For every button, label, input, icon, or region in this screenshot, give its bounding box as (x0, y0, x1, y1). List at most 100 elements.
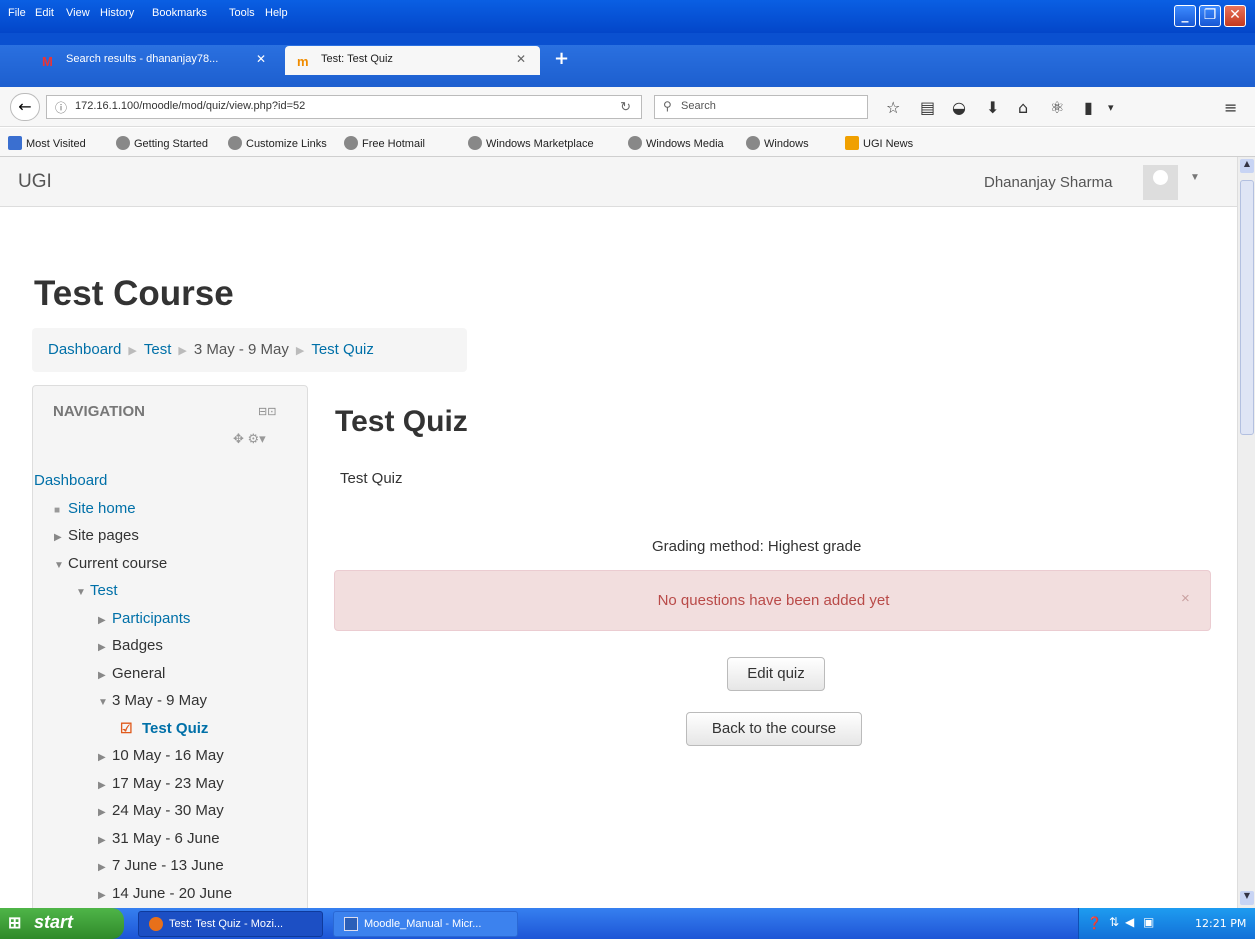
task-word[interactable]: Moodle_Manual - Micr... (333, 911, 518, 937)
new-tab-icon[interactable]: + (554, 48, 569, 69)
alert-message: No questions have been added yet (657, 592, 890, 609)
user-menu-caret-icon[interactable]: ▼ (1190, 172, 1200, 183)
nav-test[interactable]: ▼ Test (76, 582, 118, 599)
rss-icon (845, 136, 859, 150)
breadcrumb-test[interactable]: Test (144, 341, 172, 358)
nav-site-home[interactable]: ■ Site home (54, 500, 136, 517)
menu-history[interactable]: History (100, 7, 134, 19)
site-header: UGI Dhananjay Sharma ▼ (0, 157, 1237, 207)
system-tray: ❓ ⇅ ◀ ▣ 12:21 PM (1078, 908, 1255, 939)
search-icon: ⚲ (663, 99, 672, 113)
nav-general[interactable]: ▶ General (98, 665, 165, 682)
download-icon[interactable]: ⬇ (986, 98, 999, 117)
breadcrumb-dashboard[interactable]: Dashboard (48, 341, 121, 358)
nav-section-14-june[interactable]: ▶ 14 June - 20 June (98, 885, 232, 902)
scroll-up-icon[interactable]: ▲ (1240, 159, 1254, 173)
collapse-dock-icon[interactable]: ⊟⊡ (258, 405, 276, 418)
search-icon (8, 136, 22, 150)
nav-section-7-june[interactable]: ▶ 7 June - 13 June (98, 857, 224, 874)
quiz-intro: Test Quiz (340, 470, 403, 487)
home-icon[interactable]: ⌂ (1018, 98, 1028, 117)
expand-arrow-icon: ▶ (54, 532, 62, 543)
task-firefox[interactable]: Test: Test Quiz - Mozi... (138, 911, 323, 937)
nav-site-pages[interactable]: ▶ Site pages (54, 527, 139, 544)
help-icon[interactable]: ❓ (1087, 916, 1102, 930)
clock[interactable]: 12:21 PM (1195, 917, 1246, 930)
close-tab-icon[interactable]: ✕ (516, 52, 526, 66)
bookmark-getting-started[interactable]: Getting Started (116, 136, 208, 150)
breadcrumb-test-quiz[interactable]: Test Quiz (311, 341, 374, 358)
tab-test-quiz[interactable]: m Test: Test Quiz ✕ (285, 46, 540, 75)
vertical-scrollbar[interactable]: ▲ ▼ (1237, 157, 1255, 908)
nav-section-3-may[interactable]: ▼ 3 May - 9 May (98, 692, 207, 709)
search-input[interactable]: ⚲ Search (654, 95, 868, 119)
reading-list-icon[interactable]: ▤ (920, 98, 935, 117)
nav-section-17-may[interactable]: ▶ 17 May - 23 May (98, 775, 224, 792)
bookmark-windows-media[interactable]: Windows Media (628, 136, 724, 150)
page-viewport: UGI Dhananjay Sharma ▼ Test Course Dashb… (0, 157, 1237, 908)
expand-arrow-icon: ▶ (98, 615, 106, 626)
minimize-button[interactable]: _ (1174, 5, 1196, 27)
nav-dashboard[interactable]: Dashboard (34, 472, 107, 489)
tab-gmail[interactable]: M Search results - dhananjay78... ✕ (30, 46, 280, 75)
menu-view[interactable]: View (66, 7, 90, 19)
pocket-icon[interactable]: ◒ (952, 98, 966, 117)
menu-bookmarks[interactable]: Bookmarks (152, 7, 207, 19)
start-button[interactable]: ⊞ start (0, 908, 124, 939)
menu-tools[interactable]: Tools (229, 7, 255, 19)
nav-current-course[interactable]: ▼ Current course (54, 555, 167, 572)
bookmark-customize-links[interactable]: Customize Links (228, 136, 327, 150)
reload-icon[interactable]: ↻ (620, 99, 631, 115)
nav-participants[interactable]: ▶ Participants (98, 610, 190, 627)
restore-button[interactable]: ❐ (1199, 5, 1221, 27)
bookmark-free-hotmail[interactable]: Free Hotmail (344, 136, 425, 150)
network-icon[interactable]: ⇅ (1109, 915, 1119, 929)
close-icon[interactable]: × (1181, 590, 1190, 607)
globe-icon (746, 136, 760, 150)
quiz-title: Test Quiz (335, 405, 468, 438)
url-text: 172.16.1.100/moodle/mod/quiz/view.php?id… (75, 100, 306, 112)
close-tab-icon[interactable]: ✕ (256, 52, 266, 66)
bookmark-windows[interactable]: Windows (746, 136, 809, 150)
menu-edit[interactable]: Edit (35, 7, 54, 19)
avatar[interactable] (1143, 165, 1178, 200)
nav-section-24-may[interactable]: ▶ 24 May - 30 May (98, 802, 224, 819)
bookmark-windows-marketplace[interactable]: Windows Marketplace (468, 136, 594, 150)
edit-quiz-button[interactable]: Edit quiz (727, 657, 825, 691)
globe-icon (468, 136, 482, 150)
back-arrow-icon[interactable]: ← (10, 93, 40, 121)
search-placeholder: Search (681, 100, 716, 112)
course-title: Test Course (34, 274, 234, 313)
bookmark-ugi-news[interactable]: UGI News (845, 136, 913, 150)
close-window-button[interactable]: ✕ (1224, 5, 1246, 27)
clipboard-icon[interactable]: ▮ (1084, 98, 1093, 117)
expand-arrow-icon: ▶ (98, 752, 106, 763)
nav-badges[interactable]: ▶ Badges (98, 637, 163, 654)
extension-icon[interactable]: ⚛ (1050, 98, 1064, 117)
globe-icon (628, 136, 642, 150)
menu-help[interactable]: Help (265, 7, 288, 19)
bookmark-most-visited[interactable]: Most Visited (8, 136, 86, 150)
site-brand[interactable]: UGI (18, 171, 52, 193)
tab-title: Test: Test Quiz (321, 53, 393, 65)
info-icon[interactable]: ⓘ (55, 99, 67, 116)
expand-arrow-icon: ▶ (98, 780, 106, 791)
hamburger-menu-icon[interactable]: ≡ (1224, 98, 1237, 117)
dropdown-arrow-icon[interactable]: ▾ (1108, 101, 1114, 114)
tray-arrow-icon[interactable]: ◀ (1125, 915, 1134, 929)
app-tray-icon[interactable]: ▣ (1143, 915, 1154, 929)
breadcrumb-separator-icon: ▶ (178, 345, 187, 357)
nav-section-31-may[interactable]: ▶ 31 May - 6 June (98, 830, 220, 847)
back-to-course-button[interactable]: Back to the course (686, 712, 862, 746)
nav-test-quiz[interactable]: ☑ Test Quiz (120, 720, 208, 737)
move-settings-icon[interactable]: ✥ ⚙▾ (233, 431, 266, 447)
bookmark-star-icon[interactable]: ☆ (886, 98, 900, 117)
collapse-arrow-icon: ▼ (54, 560, 64, 571)
user-name[interactable]: Dhananjay Sharma (984, 174, 1112, 191)
nav-section-10-may[interactable]: ▶ 10 May - 16 May (98, 747, 224, 764)
menu-file[interactable]: File (8, 7, 26, 19)
scroll-thumb[interactable] (1240, 180, 1254, 435)
firefox-icon (149, 917, 163, 931)
address-bar[interactable]: ⓘ 172.16.1.100/moodle/mod/quiz/view.php?… (46, 95, 642, 119)
scroll-down-icon[interactable]: ▼ (1240, 891, 1254, 905)
